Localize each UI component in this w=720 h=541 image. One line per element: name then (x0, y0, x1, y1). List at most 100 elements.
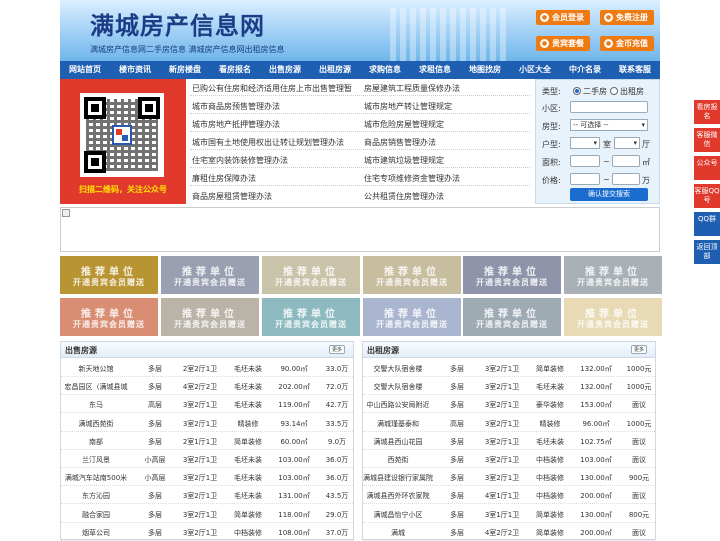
nav-viewing-signup[interactable]: 看房报名 (210, 61, 260, 79)
listing-community[interactable]: 满城西苑街 (61, 419, 131, 429)
listing-row[interactable]: 宏昌园区（满城县城 多层 4室2厅2卫 毛坯未装 202.00㎡ 72.0万 (61, 377, 353, 396)
search-submit-button[interactable]: 确认提交搜索 (570, 188, 648, 201)
promo-tile[interactable]: 推荐单位 开通贵宾会员赠送 (161, 256, 259, 294)
listing-row[interactable]: 南部 多层 2室1厅1卫 简单装修 60.00㎡ 9.0万 (61, 432, 353, 450)
listing-community[interactable]: 中山西路公安局附近 (363, 400, 433, 410)
listing-community[interactable]: 宏昌园区（满城县城 (61, 382, 131, 392)
listing-community[interactable]: 西苑街 (363, 455, 433, 465)
policy-link[interactable]: 商品房屋租赁管理办法 (192, 191, 272, 202)
policy-link[interactable]: 城市商品房预售管理办法 (192, 101, 280, 112)
listing-row[interactable]: 满城汽车站南500米 小高层 3室2厅1卫 毛坯未装 103.00㎡ 36.0万 (61, 468, 353, 487)
community-input[interactable] (570, 101, 648, 113)
promo-tile[interactable]: 推荐单位 开通贵宾会员赠送 (463, 256, 561, 294)
listing-community[interactable]: 南部 (61, 437, 131, 447)
listing-row[interactable]: 融合家园 多层 3室2厅1卫 简单装修 118.00㎡ 29.0万 (61, 505, 353, 523)
listing-community[interactable]: 满城县西山花园 (363, 437, 433, 447)
policy-link[interactable]: 住宅室内装饰装修管理办法 (192, 155, 288, 166)
house-type-select[interactable]: -- 可选择 -- (570, 119, 648, 131)
listing-community[interactable]: 兰汀风景 (61, 455, 131, 465)
listing-row[interactable]: 交警大队宿舍楼 多层 3室2厅1卫 毛坯未装 132.00㎡ 1000元 (363, 377, 655, 396)
sidebar-service-qq[interactable]: 客服QQ号 (694, 184, 720, 208)
policy-link[interactable]: 城市房地产转让管理规定 (364, 101, 452, 112)
register-button[interactable]: ● 免费注册 (600, 10, 654, 25)
listing-row[interactable]: 东马 高层 3室2厅1卫 毛坯未装 119.00㎡ 42.7万 (61, 395, 353, 414)
price-min-input[interactable] (570, 173, 600, 185)
listing-row[interactable]: 满城 多层 4室2厅2卫 简单装修 200.00㎡ 面议 (363, 523, 655, 541)
room-count-select[interactable] (570, 137, 600, 149)
listing-community[interactable]: 交警大队宿舍楼 (363, 382, 433, 392)
nav-communities[interactable]: 小区大全 (510, 61, 560, 79)
promo-tile[interactable]: 推荐单位 开通贵宾会员赠送 (463, 298, 561, 336)
promo-tile[interactable]: 推荐单位 开通贵宾会员赠送 (60, 256, 158, 294)
listing-row[interactable]: 东方沁园 多层 3室2厅1卫 毛坯未装 131.00㎡ 43.5万 (61, 486, 353, 505)
listing-row[interactable]: 兰汀风景 小高层 3室2厅1卫 毛坯未装 103.00㎡ 36.0万 (61, 450, 353, 468)
ad-banner[interactable] (60, 207, 660, 252)
listing-row[interactable]: 烟草公司 多层 3室2厅1卫 中档装修 108.00㎡ 37.0万 (61, 523, 353, 541)
price-max-input[interactable] (612, 173, 640, 185)
listing-community[interactable]: 满城县西外环农家院 (363, 491, 433, 501)
promo-tile[interactable]: 推荐单位 开通贵宾会员赠送 (363, 256, 461, 294)
promo-tile[interactable]: 推荐单位 开通贵宾会员赠送 (262, 256, 360, 294)
nav-map-search[interactable]: 地图找房 (460, 61, 510, 79)
nav-new-homes[interactable]: 新房楼盘 (160, 61, 210, 79)
sidebar-qq-group[interactable]: QQ群 (694, 212, 720, 236)
policy-link[interactable]: 公共租赁住房管理办法 (364, 191, 444, 202)
listing-row[interactable]: 满城县建设银行家属院 多层 3室2厅1卫 中档装修 130.00㎡ 900元 (363, 468, 655, 487)
listing-row[interactable]: 满城县西外环农家院 多层 4室1厅1卫 中档装修 200.00㎡ 面议 (363, 486, 655, 505)
nav-news[interactable]: 楼市资讯 (110, 61, 160, 79)
listing-row[interactable]: 满城西苑街 多层 3室2厅1卫 精装修 93.14㎡ 33.5万 (61, 414, 353, 432)
sidebar-service-wechat[interactable]: 客服微信 (694, 128, 720, 152)
sidebar-viewing-signup[interactable]: 看房报名 (694, 100, 720, 124)
sale-more-button[interactable]: 更多 (329, 345, 345, 354)
policy-link[interactable]: 城市房地产抵押管理办法 (192, 119, 280, 130)
policy-link[interactable]: 廉租住房保障办法 (192, 173, 256, 184)
policy-link[interactable]: 已购公有住房和经济适用住房上市出售管理暂 (192, 83, 352, 94)
promo-tile[interactable]: 推荐单位 开通贵宾会员赠送 (564, 256, 662, 294)
area-max-input[interactable] (612, 155, 640, 167)
nav-wanted-buy[interactable]: 求购信息 (360, 61, 410, 79)
listing-community[interactable]: 新天地公馆 (61, 364, 131, 374)
promo-tile[interactable]: 推荐单位 开通贵宾会员赠送 (564, 298, 662, 336)
rent-more-button[interactable]: 更多 (631, 345, 647, 354)
listing-community[interactable]: 烟草公司 (61, 528, 131, 538)
promo-tile[interactable]: 推荐单位 开通贵宾会员赠送 (363, 298, 461, 336)
policy-link[interactable]: 城市国有土地使用权出让转让规划管理办法 (192, 137, 344, 148)
type-radio-rent[interactable] (610, 87, 618, 95)
listing-community[interactable]: 满城县建设银行家属院 (363, 473, 433, 483)
listing-row[interactable]: 新天地公馆 多层 2室2厅1卫 毛坯未装 90.00㎡ 33.0万 (61, 359, 353, 377)
listing-community[interactable]: 融合家园 (61, 510, 131, 520)
site-title[interactable]: 满城房产信息网 (90, 6, 265, 41)
nav-contact[interactable]: 联系客服 (610, 61, 660, 79)
sidebar-official-account[interactable]: 公众号 (694, 156, 720, 180)
policy-link[interactable]: 城市危险房屋管理规定 (364, 119, 444, 130)
listing-community[interactable]: 满城 (363, 528, 433, 538)
area-min-input[interactable] (570, 155, 600, 167)
policy-link[interactable]: 房屋建筑工程质量保修办法 (364, 83, 460, 94)
coin-recharge-button[interactable]: ● 金币充值 (600, 36, 654, 51)
nav-agents[interactable]: 中介名录 (560, 61, 610, 79)
listing-row[interactable]: 西苑街 多层 3室2厅1卫 中档装修 103.00㎡ 面议 (363, 450, 655, 468)
listing-community[interactable]: 满城汽车站南500米 (61, 473, 131, 483)
listing-community[interactable]: 东马 (61, 400, 131, 410)
sidebar-back-to-top[interactable]: 返回顶部 (694, 240, 720, 264)
policy-link[interactable]: 城市建筑垃圾管理规定 (364, 155, 444, 166)
policy-link[interactable]: 商品房销售管理办法 (364, 137, 436, 148)
listing-row[interactable]: 满城瑾基泰和 高层 3室2厅1卫 精装修 96.00㎡ 1000元 (363, 414, 655, 432)
promo-tile[interactable]: 推荐单位 开通贵宾会员赠送 (60, 298, 158, 336)
listing-community[interactable]: 满城昌怡宁小区 (363, 510, 433, 520)
nav-for-rent[interactable]: 出租房源 (310, 61, 360, 79)
type-radio-secondhand[interactable] (573, 87, 581, 95)
nav-for-sale[interactable]: 出售房源 (260, 61, 310, 79)
hall-count-select[interactable] (614, 137, 640, 149)
promo-tile[interactable]: 推荐单位 开通贵宾会员赠送 (161, 298, 259, 336)
promo-tile[interactable]: 推荐单位 开通贵宾会员赠送 (262, 298, 360, 336)
login-button[interactable]: ● 会员登录 (536, 10, 590, 25)
listing-row[interactable]: 交警大队宿舍楼 多层 3室2厅1卫 简单装修 132.00㎡ 1000元 (363, 359, 655, 377)
listing-row[interactable]: 中山西路公安局附近 多层 3室2厅1卫 豪华装修 153.00㎡ 面议 (363, 395, 655, 414)
listing-community[interactable]: 满城瑾基泰和 (363, 419, 433, 429)
nav-home[interactable]: 网站首页 (60, 61, 110, 79)
listing-community[interactable]: 东方沁园 (61, 491, 131, 501)
listing-row[interactable]: 满城县西山花园 多层 3室2厅1卫 毛坯未装 102.75㎡ 面议 (363, 432, 655, 450)
listing-community[interactable]: 交警大队宿舍楼 (363, 364, 433, 374)
vip-package-button[interactable]: ● 贵宾套餐 (536, 36, 590, 51)
